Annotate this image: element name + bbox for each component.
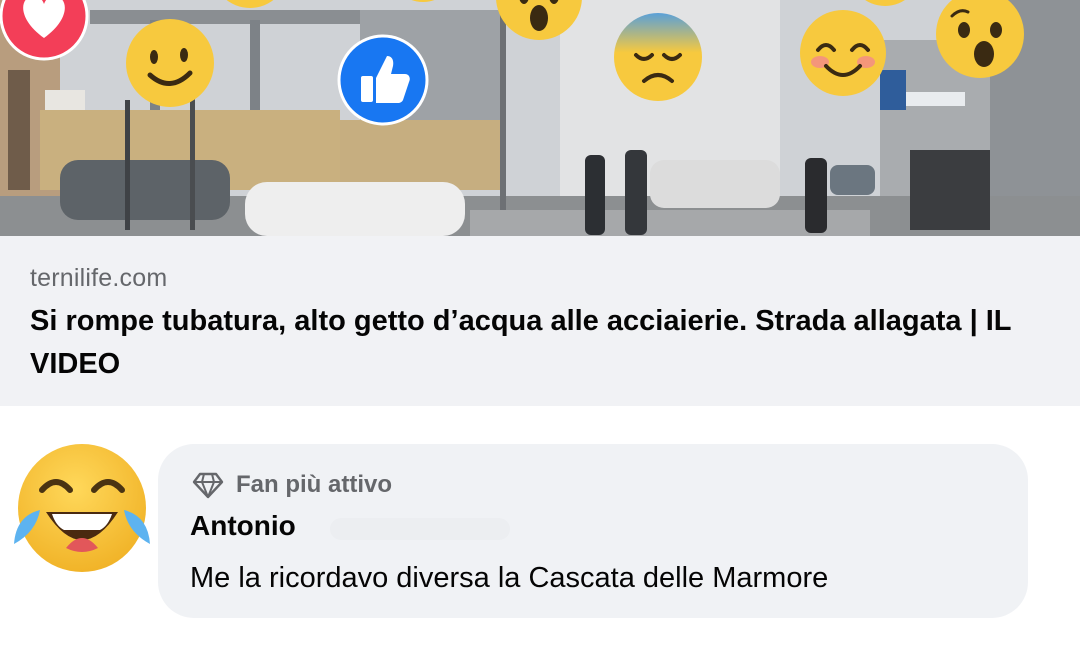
badge-label: Fan più attivo [236,471,392,498]
comment-text: Me la ricordavo diversa la Cascata delle… [190,562,829,594]
diamond-icon [192,472,224,499]
smile-emoji-icon [126,19,214,107]
link-preview-meta[interactable]: ternilife.com Si rompe tubatura, alto ge… [0,236,1080,406]
link-domain: ternilife.com [30,264,168,292]
link-preview-image[interactable] [0,0,1080,236]
wow-emoji-icon [496,0,582,40]
link-headline[interactable]: Si rompe tubatura, alto getto d’acqua al… [30,300,1030,386]
love-reaction-icon [0,0,89,61]
like-reaction-icon [337,34,429,126]
tears-of-joy-emoji-icon[interactable] [10,440,154,576]
comment-bubble[interactable]: Fan più attivo Antonio Me la ricordavo d… [158,444,1028,618]
partial-emoji-icon [411,0,435,2]
wow-emoji-icon [936,0,1024,78]
blush-emoji-icon [800,10,886,96]
redacted-surname [330,518,510,540]
sad-emoji-icon [614,13,702,101]
partial-emoji-icon [226,0,274,8]
top-fan-badge[interactable]: Fan più attivo [192,470,392,500]
comment-author[interactable]: Antonio [190,510,296,542]
